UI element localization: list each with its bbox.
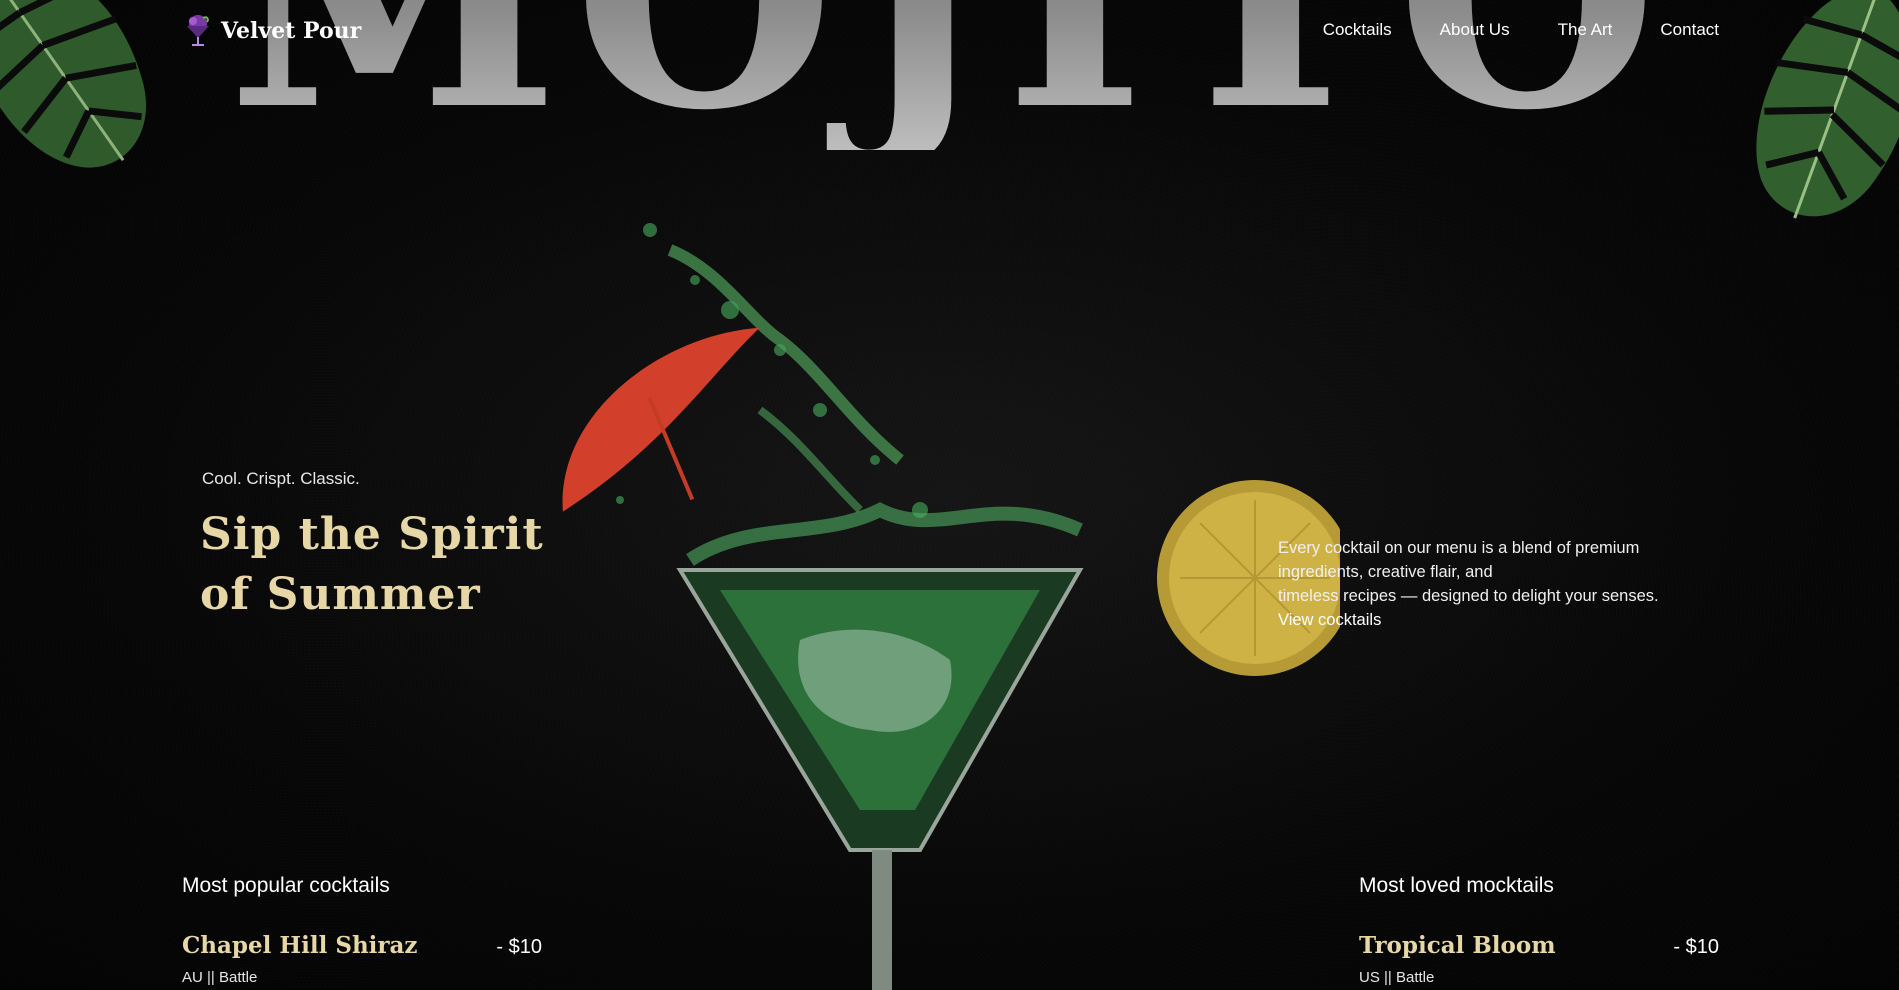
nav-links: Cocktails About Us The Art Contact [1323, 20, 1719, 40]
item-price: - $10 [1673, 936, 1719, 958]
hero-headline-line-1: Sip the Spirit [200, 509, 544, 560]
popular-cocktails-list: Most popular cocktails Chapel Hill Shira… [182, 874, 542, 986]
description-line-1: Every cocktail on our menu is a blend of… [1278, 539, 1640, 557]
description-line-2: ingredients, creative flair, and [1278, 563, 1493, 581]
hero-tagline: Cool. Crispt. Classic. [202, 469, 360, 488]
nav-link-the-art[interactable]: The Art [1558, 20, 1613, 40]
brand-logo[interactable]: Velvet Pour [183, 14, 361, 48]
item-row: Tropical Bloom - $10 [1359, 932, 1719, 959]
popular-cocktails-title: Most popular cocktails [182, 874, 390, 897]
brand-name: Velvet Pour [221, 18, 362, 44]
item-name: Chapel Hill Shiraz [182, 932, 418, 959]
hero-headline: Sip the Spirit of Summer [200, 505, 560, 625]
item-name: Tropical Bloom [1359, 932, 1556, 959]
description-line-3: timeless recipes — designed to delight y… [1278, 587, 1659, 605]
nav-link-cocktails[interactable]: Cocktails [1323, 20, 1392, 40]
hero-description: Every cocktail on our menu is a blend of… [1278, 536, 1718, 632]
list-item[interactable]: Chapel Hill Shiraz - $10 AU || Battle [182, 932, 542, 986]
nav-link-about-us[interactable]: About Us [1440, 20, 1510, 40]
item-price: - $10 [496, 936, 542, 958]
view-cocktails-link[interactable]: View cocktails [1278, 608, 1718, 632]
item-meta: AU || Battle [182, 969, 258, 986]
cocktail-glass-icon [187, 15, 209, 46]
mojito-cocktail-image [562, 223, 1340, 990]
item-meta: US || Battle [1359, 969, 1435, 986]
top-navigation: Velvet Pour Cocktails About Us The Art C… [0, 0, 1899, 64]
item-row: Chapel Hill Shiraz - $10 [182, 932, 542, 959]
list-item[interactable]: Tropical Bloom - $10 US || Battle [1359, 932, 1719, 986]
nav-link-contact[interactable]: Contact [1660, 20, 1719, 40]
hero-headline-line-2: of Summer [200, 569, 481, 620]
loved-mocktails-list: Most loved mocktails Tropical Bloom - $1… [1359, 874, 1719, 986]
loved-mocktails-title: Most loved mocktails [1359, 874, 1554, 897]
